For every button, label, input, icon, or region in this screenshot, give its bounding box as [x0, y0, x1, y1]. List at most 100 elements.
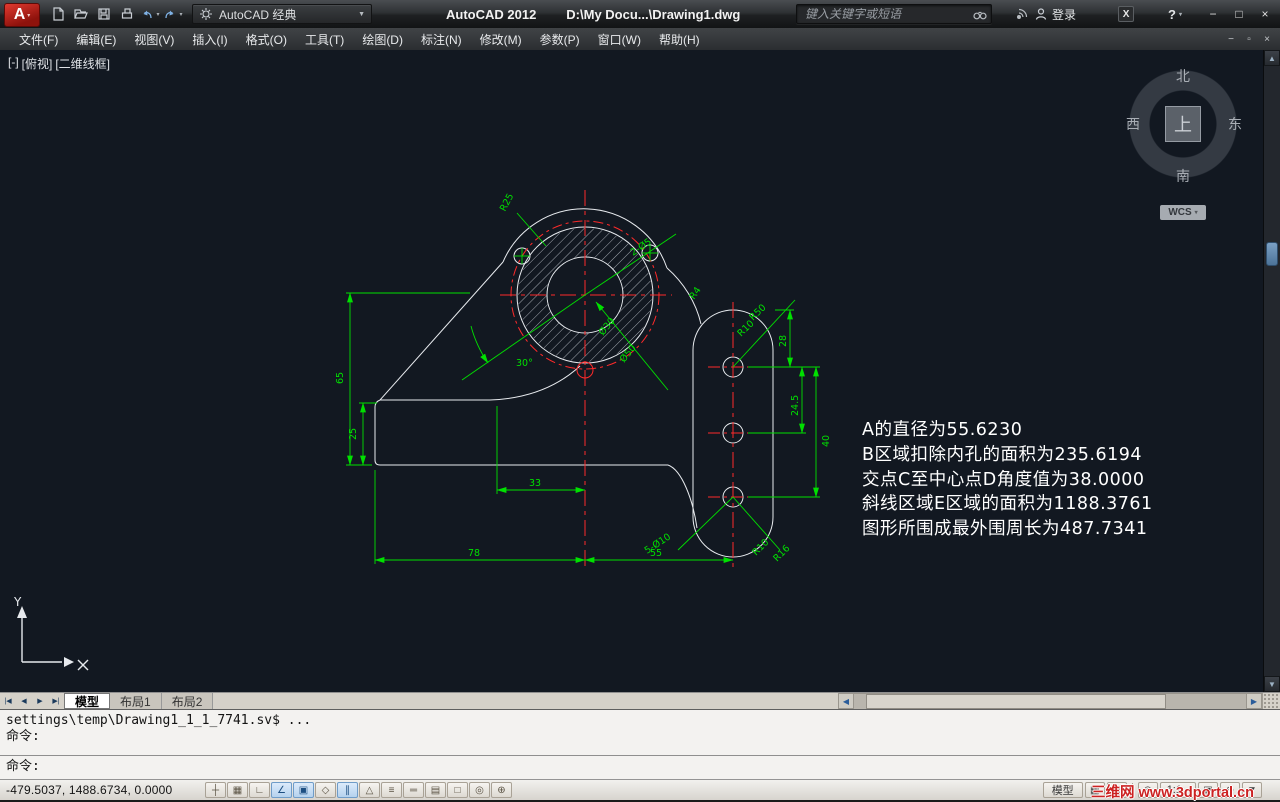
tab-prev-button[interactable]: ◀	[16, 693, 32, 709]
compass-east[interactable]: 东	[1228, 114, 1242, 134]
close-button[interactable]: ×	[1252, 4, 1278, 24]
viewcube-top[interactable]: 上	[1165, 106, 1201, 142]
compass-south[interactable]: 南	[1176, 166, 1190, 186]
model-space-viewport[interactable]: [-] [俯视] [二维线框] 65 25 33 78 55 24.5 40 2…	[0, 50, 1280, 692]
toggle-ortho[interactable]: ∟	[249, 782, 270, 798]
toggle-ducs[interactable]: △	[359, 782, 380, 798]
navigation-compass[interactable]: 北 南 西 东 上	[1126, 66, 1242, 184]
exchange-apps-button[interactable]: X	[1118, 6, 1135, 22]
wcs-selector[interactable]: WCS ▾	[1160, 205, 1206, 220]
toggle-selection-cycling[interactable]: ◎	[469, 782, 490, 798]
menu-parametric[interactable]: 参数(P)	[531, 28, 589, 51]
viewport-view-button[interactable]: [俯视]	[22, 55, 53, 72]
vertical-scroll-thumb[interactable]	[1266, 242, 1278, 266]
menu-edit[interactable]: 编辑(E)	[67, 28, 125, 51]
save-floppy-icon	[97, 8, 110, 20]
chevron-down-icon[interactable]: ▾	[179, 11, 182, 18]
quick-view-layouts-button[interactable]: ▦	[1084, 782, 1105, 798]
horizontal-scrollbar[interactable]: ◀ ▶	[838, 693, 1262, 709]
annotation-visibility-button[interactable]: ◎	[1137, 782, 1158, 798]
tab-model[interactable]: 模型	[64, 693, 111, 709]
tab-first-button[interactable]: |◀	[0, 693, 16, 709]
toggle-polar[interactable]: ∠	[271, 782, 292, 798]
status-menu-button[interactable]: ▼	[1242, 782, 1262, 798]
viewport-visual-style-button[interactable]: [二维线框]	[55, 55, 110, 72]
scroll-left-icon[interactable]: ◀	[838, 693, 854, 709]
toggle-lineweight[interactable]: ═	[403, 782, 424, 798]
resize-grip[interactable]	[1262, 693, 1280, 709]
menu-help[interactable]: 帮助(H)	[650, 28, 709, 51]
model-space-button[interactable]: 模型	[1042, 782, 1083, 798]
annotation-line: A的直径为55.6230	[862, 420, 1023, 440]
annotation-scale-button[interactable]: 1:1 ▾	[1159, 782, 1196, 798]
minimize-button[interactable]: −	[1200, 4, 1226, 24]
command-window[interactable]: settings\temp\Drawing1_1_1_7741.sv$ ... …	[0, 709, 1280, 779]
scroll-down-icon[interactable]: ▼	[1264, 676, 1280, 692]
workspace-select[interactable]: AutoCAD 经典 ▼	[192, 4, 372, 24]
cad-drawing-canvas[interactable]: 65 25 33 78 55 24.5 40 28 30° R25 2-Ø5 Ø…	[0, 50, 1280, 692]
doc-restore-button[interactable]: ▫	[1241, 34, 1257, 45]
menu-modify[interactable]: 修改(M)	[471, 28, 531, 51]
search-input[interactable]	[796, 4, 992, 24]
horizontal-scroll-track[interactable]	[854, 693, 1246, 709]
toggle-otrack[interactable]: ∥	[337, 782, 358, 798]
menu-window[interactable]: 窗口(W)	[589, 28, 650, 51]
vertical-scrollbar[interactable]: ▲ ▼	[1263, 50, 1280, 692]
toggle-transparency[interactable]: ▤	[425, 782, 446, 798]
menu-dimension[interactable]: 标注(N)	[412, 28, 471, 51]
chevron-down-icon: ▼	[358, 10, 365, 18]
menu-insert[interactable]: 插入(I)	[183, 28, 236, 51]
quick-view-drawings-button[interactable]: ▤	[1106, 782, 1127, 798]
menu-format[interactable]: 格式(O)	[237, 28, 296, 51]
toggle-osnap-3d[interactable]: ◇	[315, 782, 336, 798]
scroll-up-icon[interactable]: ▲	[1264, 50, 1280, 66]
menu-draw[interactable]: 绘图(D)	[353, 28, 412, 51]
lock-ui-button[interactable]: ⊕	[1220, 782, 1240, 798]
viewport-menu-button[interactable]: [-]	[8, 55, 19, 72]
compass-north[interactable]: 北	[1176, 66, 1190, 86]
compass-west[interactable]: 西	[1126, 114, 1140, 134]
titlebar-right: 登录 X ? ▾ − □ ×	[1015, 0, 1280, 28]
toggle-osnap[interactable]: ▣	[293, 782, 314, 798]
communication-center-icon[interactable]	[1015, 7, 1030, 21]
user-icon	[1035, 8, 1047, 20]
application-menu-button[interactable]: A ▾	[4, 3, 40, 27]
tab-last-button[interactable]: ▶|	[48, 693, 64, 709]
menubar: 文件(F) 编辑(E) 视图(V) 插入(I) 格式(O) 工具(T) 绘图(D…	[0, 28, 1280, 50]
redo-button[interactable]: ▾	[161, 3, 184, 25]
horizontal-scroll-thumb[interactable]	[866, 694, 1166, 709]
scroll-right-icon[interactable]: ▶	[1246, 693, 1262, 709]
command-history-line: settings\temp\Drawing1_1_1_7741.sv$ ...	[6, 713, 312, 728]
help-button[interactable]: ? ▾	[1168, 7, 1182, 22]
tab-layout1[interactable]: 布局1	[110, 693, 162, 709]
toggle-annotation-monitor[interactable]: ⊕	[491, 782, 512, 798]
toggle-grid[interactable]: ▦	[227, 782, 248, 798]
search-binoculars-icon[interactable]	[973, 8, 987, 20]
login-button[interactable]: 登录	[1034, 6, 1076, 23]
tab-next-button[interactable]: ▶	[32, 693, 48, 709]
new-button[interactable]	[46, 3, 69, 25]
menu-view[interactable]: 视图(V)	[125, 28, 183, 51]
dim-r50: R50	[747, 302, 768, 323]
chevron-down-icon[interactable]: ▾	[156, 11, 159, 18]
tab-layout2[interactable]: 布局2	[161, 693, 214, 709]
toggle-dyn[interactable]: ≡	[381, 782, 402, 798]
undo-button[interactable]: ▾	[138, 3, 161, 25]
plot-button[interactable]	[115, 3, 138, 25]
maximize-button[interactable]: □	[1226, 4, 1252, 24]
menu-file[interactable]: 文件(F)	[10, 28, 67, 51]
workspace-switching-button[interactable]: ▣	[1198, 782, 1218, 798]
coordinates-display: -479.5037, 1488.6734, 0.0000	[6, 783, 173, 797]
open-button[interactable]	[69, 3, 92, 25]
doc-close-button[interactable]: ×	[1259, 34, 1275, 45]
toggle-quick-properties[interactable]: □	[447, 782, 468, 798]
save-button[interactable]	[92, 3, 115, 25]
doc-minimize-button[interactable]: −	[1223, 34, 1239, 45]
menu-tools[interactable]: 工具(T)	[296, 28, 353, 51]
vertical-scroll-track[interactable]	[1264, 66, 1280, 676]
command-prompt[interactable]: 命令:	[0, 756, 1280, 778]
window-title: AutoCAD 2012 D:\My Docu...\Drawing1.dwg	[446, 0, 740, 28]
toggle-snap[interactable]: ┼	[205, 782, 226, 798]
document-window-controls: − ▫ ×	[1223, 34, 1280, 45]
login-label: 登录	[1052, 7, 1077, 22]
